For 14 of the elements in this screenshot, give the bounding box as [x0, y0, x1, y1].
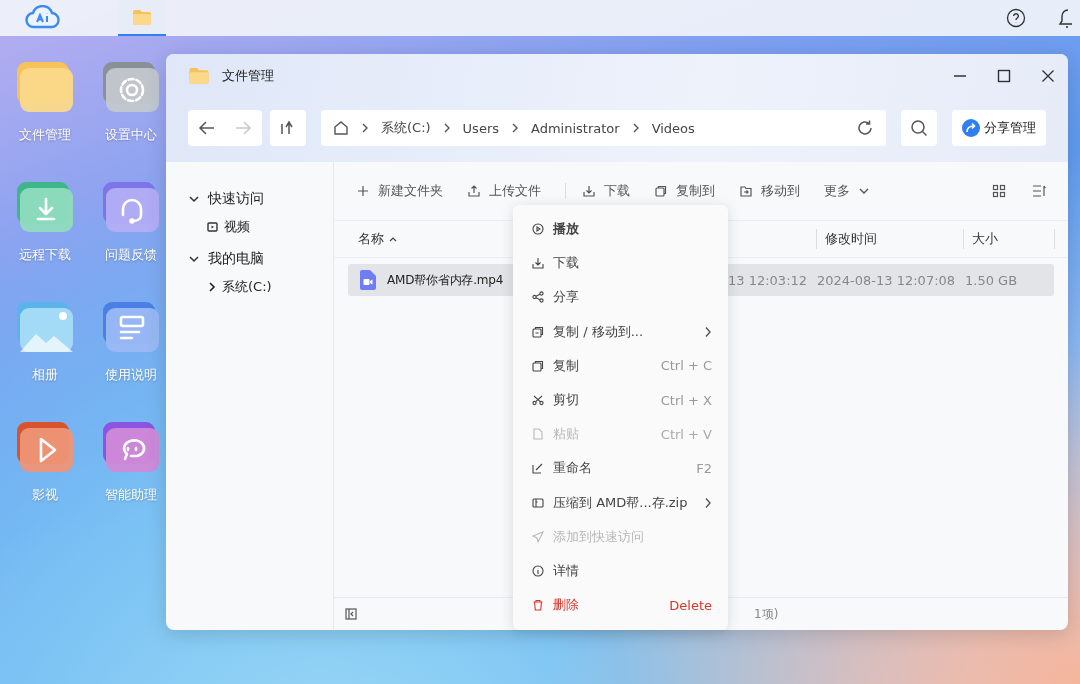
app-label: 设置中心 — [105, 126, 157, 144]
app-label: 相册 — [32, 366, 58, 384]
window-title: 文件管理 — [222, 67, 274, 85]
app-label: 问题反馈 — [105, 246, 157, 264]
table-cell-text: 13 12:03:12 — [728, 272, 809, 288]
file-name: AMD帮你省内存.mp4 — [387, 271, 504, 289]
table-cell: 1.50 GB — [965, 272, 1018, 288]
status-text: 1项) — [754, 605, 779, 623]
app-label: 智能助理 — [105, 486, 157, 504]
app-label: 远程下载 — [19, 246, 71, 264]
app-label: 文件管理 — [19, 126, 71, 144]
app-label: 使用说明 — [105, 366, 157, 384]
app-label: 影视 — [32, 486, 58, 504]
table-cell-text: 2024-08-13 12:07:08 — [817, 272, 957, 288]
